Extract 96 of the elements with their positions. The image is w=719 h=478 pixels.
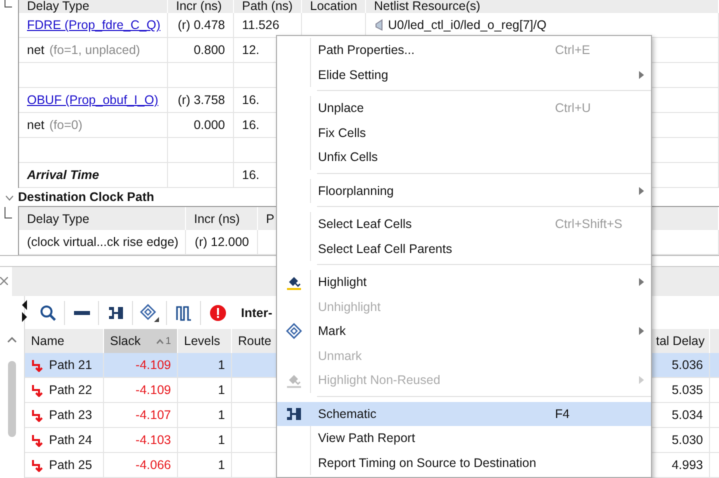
- path-name: Path 23: [49, 408, 92, 422]
- path-name-cell[interactable]: Path 23: [25, 403, 104, 428]
- slack-value: -4.109: [136, 383, 171, 397]
- total-delay-value: 5.036: [672, 358, 703, 372]
- highlighter-icon: [286, 372, 302, 388]
- column-header[interactable]: Levels: [178, 329, 232, 353]
- scroll-up-icon[interactable]: [7, 337, 17, 343]
- toolbar-label: Inter-: [240, 306, 272, 320]
- column-header: Location: [302, 0, 366, 13]
- incr-value: (r) 12.000: [194, 235, 249, 249]
- path-value: 16.: [242, 93, 260, 107]
- column-header: Delay Type: [19, 0, 168, 13]
- menu-item[interactable]: Select Leaf Cell Parents: [277, 236, 651, 261]
- path-icon: [31, 358, 44, 372]
- fanout-detail: (fo=0): [49, 118, 82, 132]
- error-icon[interactable]: [210, 304, 226, 320]
- submenu-arrow-icon: [638, 376, 644, 384]
- sort-rank: 1: [165, 336, 171, 346]
- search-icon[interactable]: [40, 304, 56, 320]
- incr-value: 0.000: [194, 118, 225, 132]
- netlist-resource: U0/led_ctl_i0/led_o_reg[7]/Q: [388, 18, 546, 32]
- highlighter-icon: [286, 274, 302, 290]
- incr-value: (r) 0.478: [178, 18, 225, 32]
- path-value: 12.: [242, 43, 260, 57]
- submenu-arrow-icon: [638, 186, 644, 195]
- sort-ascending-icon: [156, 338, 164, 344]
- column-header: Delay Type: [19, 207, 186, 230]
- tree-connector-icon: [4, 207, 12, 219]
- fanout-detail: (fo=1, unplaced): [49, 43, 140, 57]
- column-header: Incr (ns): [168, 0, 234, 13]
- menu-item[interactable]: Unfix Cells: [277, 145, 651, 170]
- waveform-icon[interactable]: [176, 304, 192, 320]
- path-icon: [31, 434, 44, 446]
- slack-value: -4.107: [136, 408, 171, 422]
- cell-link[interactable]: OBUF (Prop_obuf_I_O): [27, 93, 158, 107]
- path-name-cell[interactable]: Path 21: [25, 353, 104, 378]
- diamond-dropdown-icon[interactable]: [140, 304, 160, 322]
- path-value: 16.: [242, 168, 260, 182]
- path-value: 16.: [242, 118, 260, 132]
- levels-value: 1: [218, 433, 225, 447]
- menu-item[interactable]: Unplace Ctrl+U: [277, 96, 651, 120]
- minus-icon[interactable]: [74, 310, 90, 314]
- scroll-arrows-icon[interactable]: [22, 300, 28, 322]
- levels-value: 1: [218, 408, 225, 422]
- total-delay-value: 5.030: [672, 433, 703, 447]
- incr-value: (r) 3.758: [178, 93, 225, 107]
- path-name: Path 22: [49, 383, 92, 397]
- path-name-cell[interactable]: Path 22: [25, 378, 104, 403]
- path-name-cell[interactable]: Path 25: [25, 453, 104, 478]
- delay-type-text: net: [27, 43, 44, 57]
- levels-value: 1: [218, 458, 225, 472]
- path-icon: [31, 458, 44, 472]
- levels-value: 1: [218, 358, 225, 372]
- schematic-icon: [286, 406, 302, 422]
- pin-icon: [374, 19, 383, 31]
- delay-type-text: net: [27, 118, 44, 132]
- path-value: 11.526: [242, 18, 280, 32]
- menu-item[interactable]: Schematic F4: [277, 402, 651, 426]
- path-icon: [31, 384, 44, 396]
- arrival-time-label: Arrival Time: [27, 168, 100, 182]
- path-name: Path 25: [49, 458, 92, 472]
- total-delay-value: 5.035: [672, 383, 703, 397]
- column-header: Path (ns): [234, 0, 302, 13]
- incr-value: 0.800: [194, 43, 225, 57]
- column-header[interactable]: Name: [25, 329, 104, 353]
- menu-item[interactable]: Fix Cells: [277, 120, 651, 145]
- column-header[interactable]: Slack 1: [104, 329, 178, 353]
- menu-item[interactable]: Elide Setting: [277, 62, 651, 87]
- delay-type-text: (clock virtual...ck rise edge): [27, 235, 178, 249]
- path-name: Path 21: [49, 358, 92, 372]
- total-delay-value: 4.993: [672, 458, 703, 472]
- column-header: Netlist Resource(s): [366, 0, 719, 13]
- scrollbar-thumb[interactable]: [8, 361, 16, 437]
- tree-connector-icon: [4, 0, 12, 8]
- submenu-arrow-icon: [638, 70, 644, 79]
- slack-value: -4.066: [136, 458, 171, 472]
- menu-item[interactable]: Path Properties... Ctrl+E: [277, 38, 651, 62]
- menu-item[interactable]: View Path Report: [277, 426, 651, 450]
- collapse-chevron-icon[interactable]: [5, 195, 14, 201]
- slack-value: -4.109: [136, 358, 171, 372]
- schematic-icon[interactable]: [108, 304, 124, 320]
- path-name: Path 24: [49, 433, 92, 447]
- slack-value: -4.103: [136, 433, 171, 447]
- menu-item[interactable]: Mark: [277, 319, 651, 344]
- path-icon: [31, 408, 44, 422]
- menu-item[interactable]: Report Timing on Source to Destination: [277, 450, 651, 475]
- submenu-arrow-icon: [638, 278, 644, 286]
- cell-link[interactable]: FDRE (Prop_fdre_C_Q): [27, 18, 160, 32]
- diamond-icon: [286, 323, 302, 340]
- total-delay-value: 5.034: [672, 408, 703, 422]
- submenu-arrow-icon: [638, 327, 644, 336]
- column-header[interactable]: tal Delay: [650, 329, 710, 353]
- column-header: Incr (ns): [186, 207, 258, 230]
- close-icon[interactable]: [0, 277, 8, 286]
- path-name-cell[interactable]: Path 24: [25, 428, 104, 453]
- levels-value: 1: [218, 383, 225, 397]
